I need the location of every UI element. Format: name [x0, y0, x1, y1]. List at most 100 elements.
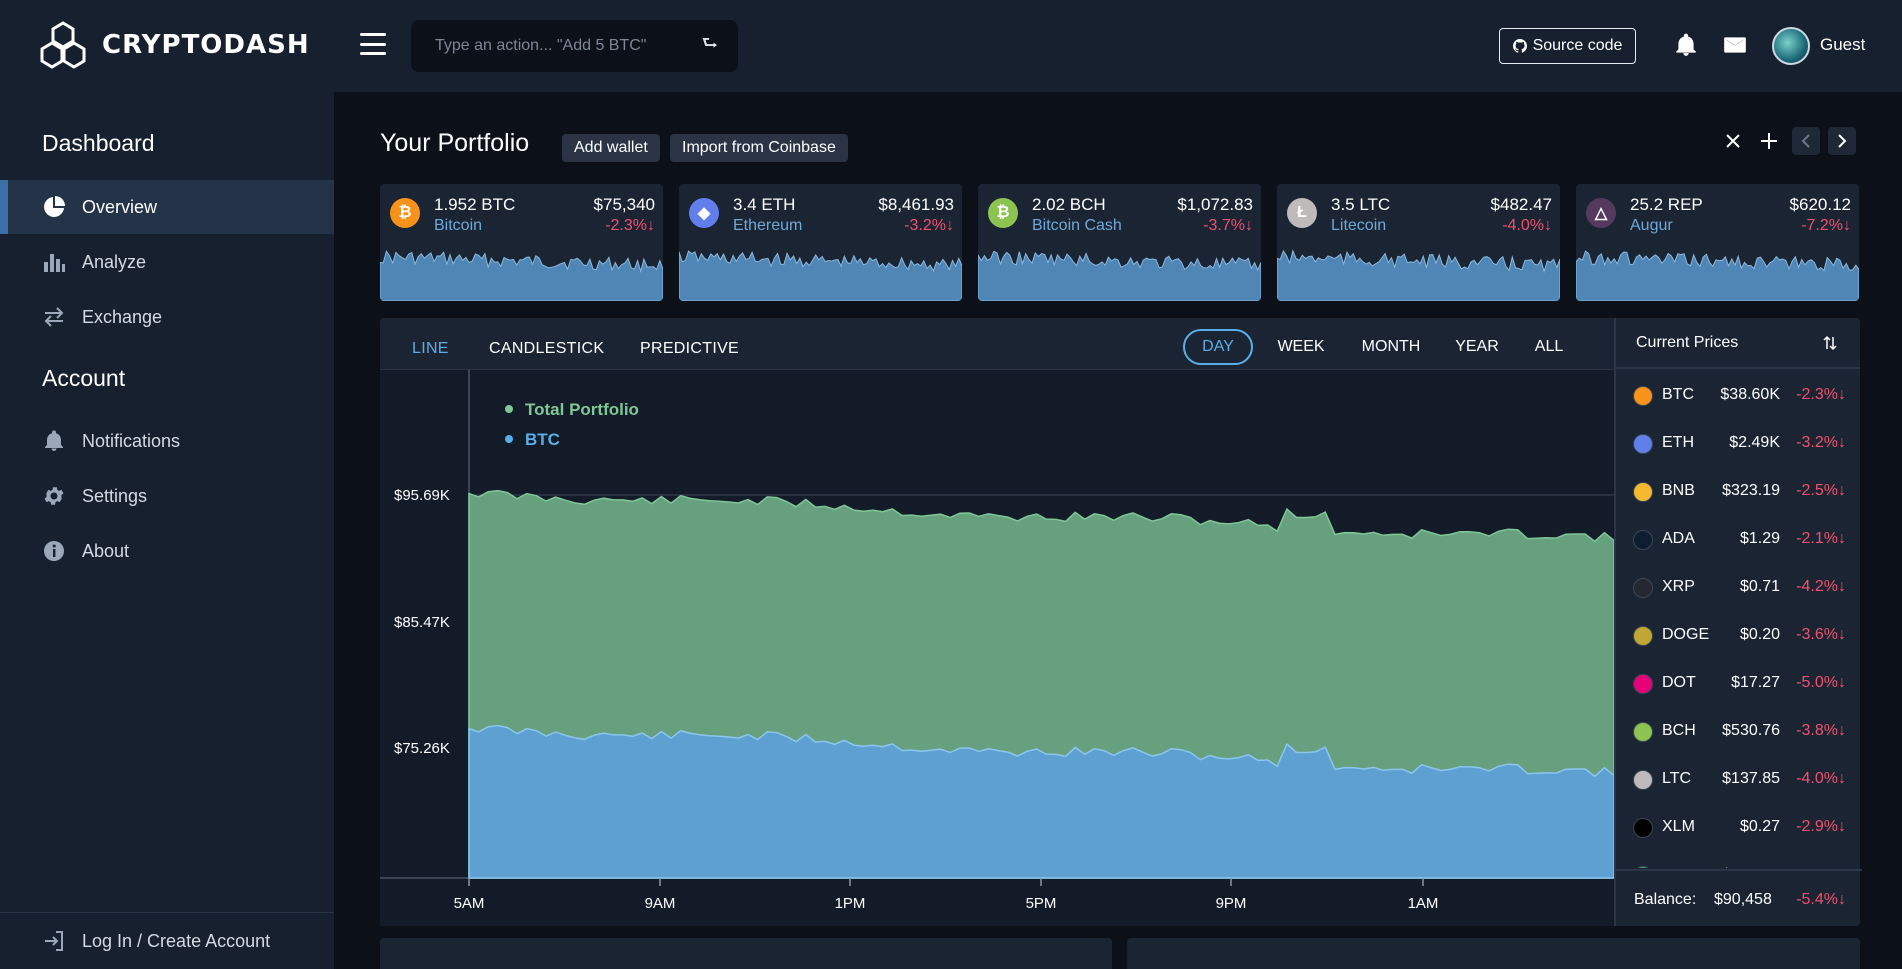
legend-marker: [505, 405, 513, 413]
sidebar-item-analyze[interactable]: Analyze: [0, 235, 334, 289]
account-heading: Account: [42, 365, 126, 391]
card-coin-name: Litecoin: [1331, 217, 1387, 234]
price-change: -4.2%↓: [1796, 578, 1846, 595]
mail-icon[interactable]: [1722, 32, 1748, 58]
source-code-button[interactable]: Source code: [1499, 28, 1636, 64]
coin-icon: △: [1586, 198, 1616, 228]
y-tick-label: $85.47K: [394, 614, 450, 631]
command-bar[interactable]: ⮑: [411, 20, 738, 72]
card-coin-name: Bitcoin: [434, 217, 483, 234]
chevron-right-icon[interactable]: [1828, 127, 1856, 155]
avatar[interactable]: [1772, 27, 1810, 65]
price-value: $2.49K: [1729, 434, 1780, 451]
sidebar-item-label: About: [82, 540, 130, 561]
current-prices-panel: Current Prices BTC $38.60K -2.3%↓ ETH $2.49K…: [1614, 318, 1862, 926]
range-all[interactable]: ALL: [1530, 329, 1568, 365]
plus-icon[interactable]: [1755, 127, 1783, 155]
price-value: $17.27: [1731, 674, 1780, 691]
balance-change: -5.4%↓: [1796, 891, 1846, 908]
github-icon: [1512, 39, 1527, 53]
sign-in-icon: [45, 931, 63, 951]
price-row[interactable]: ADA $1.29 -2.1%↓: [1616, 515, 1862, 563]
price-symbol: XCH: [1662, 866, 1696, 868]
range-year[interactable]: YEAR: [1452, 329, 1502, 365]
price-symbol: LTC: [1662, 770, 1692, 787]
logo[interactable]: CRYPTODASH: [40, 20, 310, 70]
portfolio-card[interactable]: △ 25.2 REP Augur $620.12 -7.2%↓: [1576, 184, 1859, 301]
price-row[interactable]: BCH $530.76 -3.8%↓: [1616, 707, 1862, 755]
price-symbol: XRP: [1662, 578, 1695, 595]
portfolio-cards: ₿ 1.952 BTC Bitcoin $75,340 -2.3%↓ ◆ 3.4 ETH Et…: [380, 184, 1860, 301]
menu-toggle-icon[interactable]: [360, 33, 386, 55]
price-list[interactable]: BTC $38.60K -2.3%↓ ETH $2.49K -3.2%↓ BNB $323.1…: [1616, 371, 1862, 868]
price-row[interactable]: ETH $2.49K -3.2%↓: [1616, 419, 1862, 467]
y-tick-label: $95.69K: [394, 487, 450, 504]
bottom-card-left: [380, 938, 1112, 969]
user-name[interactable]: Guest: [1820, 35, 1865, 55]
price-row[interactable]: XRP $0.71 -4.2%↓: [1616, 563, 1862, 611]
portfolio-card[interactable]: ₿ 2.02 BCH Bitcoin Cash $1,072.83 -3.7%↓: [978, 184, 1261, 301]
card-value: $1,072.83: [1177, 195, 1253, 214]
price-row[interactable]: DOGE $0.20 -3.6%↓: [1616, 611, 1862, 659]
card-change: -2.3%↓: [605, 217, 655, 234]
bell-icon[interactable]: [1673, 32, 1699, 58]
price-row[interactable]: LTC $137.85 -4.0%↓: [1616, 755, 1862, 803]
balance-value: $90,458: [1714, 891, 1772, 908]
card-amount: 25.2 REP: [1630, 195, 1703, 214]
source-code-label: Source code: [1532, 37, 1623, 54]
range-day[interactable]: DAY: [1183, 329, 1253, 365]
price-row[interactable]: XLM $0.27 -2.9%↓: [1616, 803, 1862, 851]
close-icon[interactable]: [1719, 127, 1747, 155]
coin-icon: [1633, 530, 1653, 550]
chevron-left-icon[interactable]: [1792, 127, 1820, 155]
pie-chart-icon: [44, 196, 65, 217]
login-label: Log In / Create Account: [82, 930, 271, 951]
price-change: -3.8%↓: [1796, 722, 1846, 739]
price-value: $137.85: [1722, 770, 1780, 787]
card-change: -3.7%↓: [1203, 217, 1253, 234]
dashboard-heading: Dashboard: [42, 130, 155, 156]
coin-icon: [1633, 386, 1653, 406]
sort-icon[interactable]: [1822, 335, 1838, 351]
add-wallet-button[interactable]: Add wallet: [562, 134, 660, 162]
sidebar-item-notifications[interactable]: Notifications: [0, 414, 334, 468]
coin-icon: [1633, 626, 1653, 646]
tab-predictive[interactable]: PREDICTIVE: [640, 340, 739, 358]
price-value: $0.20: [1739, 626, 1780, 643]
price-change: -5.0%↓: [1796, 674, 1846, 691]
price-change: -6.6%↓: [1796, 866, 1846, 868]
sidebar-item-exchange[interactable]: Exchange: [0, 290, 334, 344]
login-link[interactable]: Log In / Create Account: [0, 912, 334, 969]
import-coinbase-button[interactable]: Import from Coinbase: [670, 134, 848, 162]
coin-icon: [1633, 578, 1653, 598]
sparkline-chart: [380, 250, 663, 301]
portfolio-card[interactable]: ◆ 3.4 ETH Ethereum $8,461.93 -3.2%↓: [679, 184, 962, 301]
price-row[interactable]: XCH $216.71 -6.6%↓: [1616, 851, 1862, 868]
cube-logo-icon: [40, 21, 86, 69]
bell-icon: [45, 430, 63, 451]
portfolio-chart[interactable]: $95.69K $85.47K $75.26K 5AM 9AM 1PM 5PM 9PM 1AM T…: [380, 369, 1615, 926]
x-tick-label: 1AM: [1408, 895, 1439, 912]
coin-icon: [1633, 434, 1653, 454]
range-month[interactable]: MONTH: [1358, 329, 1424, 365]
enter-icon[interactable]: ⮑: [702, 31, 718, 61]
price-change: -2.9%↓: [1796, 818, 1846, 835]
sidebar-item-about[interactable]: About: [0, 524, 334, 578]
price-change: -2.3%↓: [1796, 386, 1846, 403]
price-row[interactable]: BNB $323.19 -2.5%↓: [1616, 467, 1862, 515]
coin-icon: Ł: [1287, 198, 1317, 228]
coin-icon: ₿: [390, 198, 420, 228]
x-tick-label: 5PM: [1026, 895, 1057, 912]
range-week[interactable]: WEEK: [1271, 329, 1331, 365]
chart-svg: $95.69K $85.47K $75.26K 5AM 9AM 1PM 5PM 9PM 1AM T…: [380, 370, 1615, 912]
tab-line[interactable]: LINE: [412, 340, 449, 358]
coin-icon: [1633, 674, 1653, 694]
price-row[interactable]: BTC $38.60K -2.3%↓: [1616, 371, 1862, 419]
sidebar-item-overview[interactable]: Overview: [0, 180, 334, 234]
tab-candlestick[interactable]: CANDLESTICK: [489, 340, 604, 358]
price-row[interactable]: DOT $17.27 -5.0%↓: [1616, 659, 1862, 707]
portfolio-card[interactable]: ₿ 1.952 BTC Bitcoin $75,340 -2.3%↓: [380, 184, 663, 301]
command-input[interactable]: [435, 37, 702, 55]
portfolio-card[interactable]: Ł 3.5 LTC Litecoin $482.47 -4.0%↓: [1277, 184, 1560, 301]
sidebar-item-settings[interactable]: Settings: [0, 469, 334, 523]
